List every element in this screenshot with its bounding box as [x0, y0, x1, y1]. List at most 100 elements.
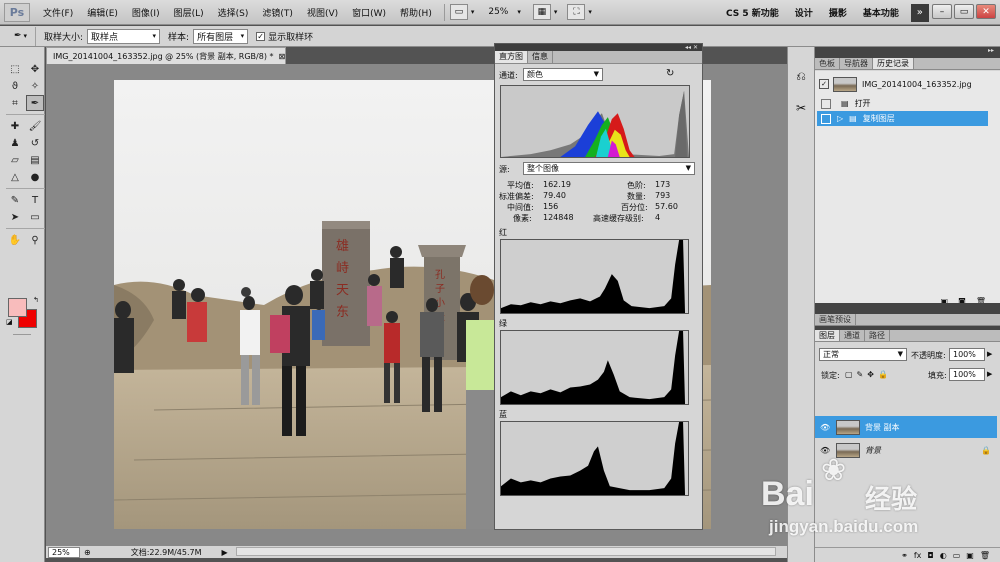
stat-median-value: 156	[543, 202, 559, 211]
source-select[interactable]: 整个图像 ▼	[523, 162, 695, 175]
menu-filter[interactable]: 滤镜(T)	[255, 6, 300, 19]
menu-edit[interactable]: 编辑(E)	[80, 6, 125, 19]
workspace-cs5-new[interactable]: CS 5 新功能	[718, 6, 787, 19]
blend-mode-select[interactable]: 正常 ▼	[819, 348, 907, 361]
shape-tool-icon[interactable]: ▭	[26, 209, 44, 225]
layer-style-icon[interactable]: fx	[914, 551, 922, 560]
crop-tool-icon[interactable]: ⌗	[6, 95, 24, 111]
lock-icons[interactable]: ▢✎✥🔒	[845, 370, 892, 379]
zoom-tool-icon[interactable]: ⚲	[26, 232, 44, 248]
tab-swatches[interactable]: 色板	[815, 58, 840, 69]
layer-background[interactable]: 👁 背景 🔒	[815, 439, 997, 461]
sample-select[interactable]: 所有图层 ▾	[193, 28, 249, 44]
channel-select[interactable]: 颜色 ▼	[523, 68, 603, 81]
eraser-tool-icon[interactable]: ▱	[6, 152, 24, 168]
move-tool-icon[interactable]: ✥	[26, 61, 44, 77]
chevron-down-icon: ▼	[685, 164, 691, 172]
sample-size-select[interactable]: 取样点 ▾	[87, 28, 161, 44]
menu-view[interactable]: 视图(V)	[300, 6, 345, 19]
eyedropper-tool-icon[interactable]: ✒	[26, 95, 44, 111]
history-step-open[interactable]: ▤ 打开	[817, 96, 988, 111]
workspace-essentials[interactable]: 基本功能	[855, 6, 907, 19]
layer-background-copy[interactable]: 👁 背景 副本	[815, 416, 997, 438]
restore-icon[interactable]: ▭	[954, 4, 974, 19]
type-tool-icon[interactable]: T	[26, 192, 44, 208]
brush-tool-icon[interactable]: 🖌	[26, 118, 44, 134]
screen-mode-dropdown[interactable]: ⛶ ▾	[567, 4, 592, 20]
more-workspaces-icon[interactable]: »	[910, 3, 929, 22]
swap-colors-icon[interactable]: ↰	[33, 296, 39, 304]
status-zoom-field[interactable]: 25%	[48, 546, 80, 558]
quick-selection-tool-icon[interactable]: ✧	[26, 78, 44, 94]
history-snapshot[interactable]: ✓ IMG_20141004_163352.jpg	[817, 74, 988, 94]
lasso-tool-icon[interactable]: ϑ	[6, 78, 24, 94]
tool-preset-picker[interactable]: ✒ ▾	[6, 26, 36, 46]
workspace-photography[interactable]: 摄影	[821, 6, 855, 19]
history-brush-source-checkbox[interactable]	[821, 98, 831, 109]
link-layers-icon[interactable]: ⚭	[901, 551, 908, 560]
stat-stddev-label: 标准偏差:	[499, 192, 534, 201]
status-menu-arrow-icon[interactable]: ▶	[222, 548, 228, 557]
zoom-dropdown[interactable]: 25% ▾	[488, 7, 521, 17]
screen-mode-control[interactable]: ▭ ▾	[449, 4, 474, 20]
tab-paths[interactable]: 路径	[865, 330, 890, 341]
info-panel-icon[interactable]: ✂	[790, 97, 812, 119]
menu-help[interactable]: 帮助(H)	[393, 6, 439, 19]
menu-file[interactable]: 文件(F)	[36, 6, 80, 19]
hand-tool-icon[interactable]: ✋	[6, 232, 24, 248]
close-icon[interactable]: ✕	[976, 4, 996, 19]
new-layer-icon[interactable]: ▣	[966, 551, 974, 560]
dodge-tool-icon[interactable]: ●	[26, 169, 44, 185]
refresh-icon[interactable]: ↻	[666, 68, 674, 79]
blur-tool-icon[interactable]: △	[6, 169, 24, 185]
menu-layer[interactable]: 图层(L)	[167, 6, 211, 19]
tab-navigator[interactable]: 导航器	[840, 58, 873, 69]
show-sampling-ring-checkbox[interactable]: ✓	[256, 31, 266, 41]
tab-layers[interactable]: 图层	[815, 330, 840, 341]
tab-channels[interactable]: 通道	[840, 330, 865, 341]
healing-brush-tool-icon[interactable]: ✚	[6, 118, 24, 134]
workspace-design[interactable]: 设计	[787, 6, 821, 19]
layer-mask-icon[interactable]: ◘	[927, 551, 933, 560]
opacity-slider-icon[interactable]: ▶	[987, 350, 992, 358]
history-state-slider-icon[interactable]: ▷	[837, 114, 843, 123]
layers-dock-titlebar[interactable]	[815, 303, 1000, 314]
delete-layer-icon[interactable]: 🗑	[980, 551, 990, 560]
histogram-panel-icon[interactable]: ⎌	[790, 65, 812, 87]
path-selection-tool-icon[interactable]: ➤	[6, 209, 24, 225]
history-brush-source-icon[interactable]: ✓	[819, 79, 829, 89]
marquee-tool-icon[interactable]: ⬚	[6, 61, 24, 77]
pen-tool-icon[interactable]: ✎	[6, 192, 24, 208]
tab-histogram[interactable]: 直方图	[495, 51, 528, 63]
status-zoom-icon[interactable]: ⊕	[84, 548, 91, 557]
toolbar-separator	[6, 114, 45, 115]
adjustment-layer-icon[interactable]: ◐	[940, 551, 947, 560]
snapshot-label: IMG_20141004_163352.jpg	[862, 79, 972, 89]
tab-brush-presets[interactable]: 画笔预设	[815, 314, 856, 325]
history-brush-tool-icon[interactable]: ↺	[26, 135, 44, 151]
new-group-icon[interactable]: ▭	[953, 551, 961, 560]
right-panel-titlebar[interactable]: ▸▸	[815, 47, 1000, 58]
default-colors-icon[interactable]: ◪	[6, 318, 13, 326]
fill-field[interactable]: 100%	[949, 368, 985, 381]
tab-history[interactable]: 历史记录	[873, 58, 914, 69]
horizontal-scrollbar[interactable]	[236, 547, 776, 556]
visibility-eye-icon[interactable]: 👁	[820, 423, 832, 432]
document-tab[interactable]: IMG_20141004_163352.jpg @ 25% (背景 副本, RG…	[46, 47, 286, 64]
visibility-eye-icon[interactable]: 👁	[820, 446, 832, 455]
histogram-panel-titlebar[interactable]: ◂◂ ✕	[495, 44, 702, 51]
history-step-duplicate-layer[interactable]: ▷ ▤ 复制图层	[817, 111, 988, 126]
gradient-tool-icon[interactable]: ▤	[26, 152, 44, 168]
close-document-icon[interactable]: ⊠	[279, 52, 286, 61]
foreground-color-swatch[interactable]	[8, 298, 27, 317]
opacity-field[interactable]: 100%	[949, 348, 985, 361]
menu-window[interactable]: 窗口(W)	[345, 6, 393, 19]
minimize-icon[interactable]: –	[932, 4, 952, 19]
clone-stamp-tool-icon[interactable]: ♟	[6, 135, 24, 151]
history-brush-source-checkbox[interactable]	[821, 113, 831, 124]
tab-info[interactable]: 信息	[528, 51, 553, 63]
arrange-documents-control[interactable]: ▦ ▾	[532, 4, 557, 20]
menu-select[interactable]: 选择(S)	[211, 6, 256, 19]
fill-slider-icon[interactable]: ▶	[987, 370, 992, 378]
menu-image[interactable]: 图像(I)	[125, 6, 167, 19]
